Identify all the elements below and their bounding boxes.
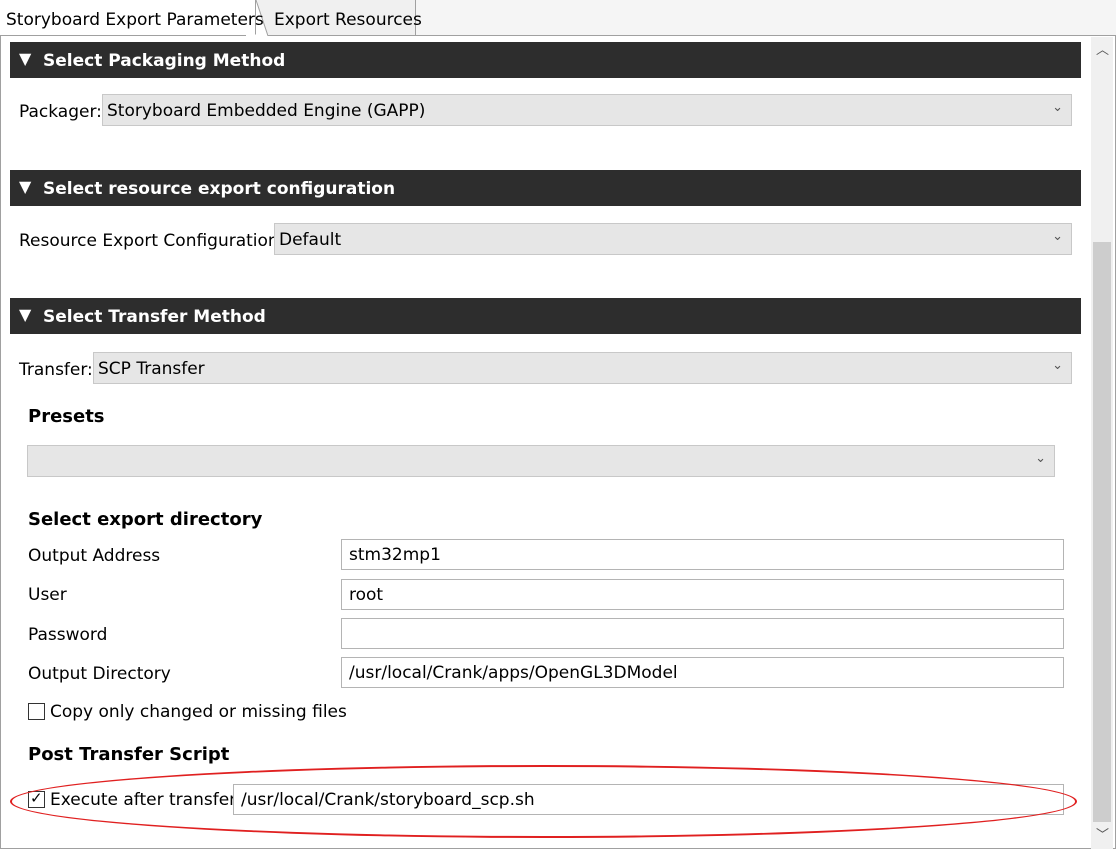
vertical-scrollbar[interactable]: ︿ ﹀ — [1091, 37, 1113, 849]
transfer-label: Transfer: — [19, 360, 93, 380]
chevron-down-icon: ⌄ — [1052, 100, 1063, 115]
user-field[interactable]: root — [341, 579, 1064, 610]
export-directory-heading: Select export directory — [28, 509, 263, 530]
packager-label: Packager: — [19, 102, 102, 122]
section-header-packaging[interactable]: ▼ Select Packaging Method — [10, 42, 1081, 78]
user-label: User — [28, 585, 67, 605]
packager-select[interactable]: Storyboard Embedded Engine (GAPP) ⌄ — [102, 94, 1072, 126]
scroll-up-icon[interactable]: ︿ — [1096, 39, 1109, 58]
triangle-down-icon: ▼ — [19, 305, 32, 324]
chevron-down-icon: ⌄ — [1035, 451, 1046, 466]
section-title: Select resource export configuration — [43, 179, 396, 199]
scrollbar-thumb[interactable] — [1093, 242, 1111, 822]
tab-bar: Export Resources Storyboard Export Param… — [0, 0, 1116, 36]
presets-select[interactable]: ⌄ — [27, 445, 1055, 477]
execute-after-transfer-label[interactable]: Execute after transfer — [50, 790, 236, 810]
output-address-value: stm32mp1 — [349, 545, 441, 565]
chevron-down-icon: ⌄ — [1052, 229, 1063, 244]
tab-label: Export Resources — [274, 10, 422, 30]
resource-config-value: Default — [279, 230, 342, 250]
triangle-down-icon: ▼ — [19, 49, 32, 68]
execute-after-transfer-checkbox[interactable]: ✓ — [28, 789, 45, 808]
output-directory-label: Output Directory — [28, 664, 171, 684]
password-field[interactable] — [341, 618, 1064, 649]
tab-storyboard-export-parameters[interactable]: Storyboard Export Parameters — [0, 0, 264, 35]
tab-export-resources[interactable]: Export Resources — [258, 0, 422, 35]
tab-label: Storyboard Export Parameters — [6, 10, 264, 30]
post-transfer-script-heading: Post Transfer Script — [28, 744, 230, 765]
output-directory-field[interactable]: /usr/local/Crank/apps/OpenGL3DModel — [341, 657, 1064, 688]
section-title: Select Packaging Method — [43, 51, 286, 71]
scroll-down-icon[interactable]: ﹀ — [1096, 824, 1109, 843]
resource-config-select[interactable]: Default ⌄ — [274, 223, 1072, 255]
output-address-label: Output Address — [28, 546, 161, 566]
post-script-path-field[interactable]: /usr/local/Crank/storyboard_scp.sh — [233, 784, 1064, 815]
section-header-transfer[interactable]: ▼ Select Transfer Method — [10, 298, 1081, 334]
copy-changed-label[interactable]: Copy only changed or missing files — [50, 702, 347, 722]
section-title: Select Transfer Method — [43, 307, 266, 327]
presets-heading: Presets — [28, 406, 105, 427]
section-header-resource[interactable]: ▼ Select resource export configuration — [10, 170, 1081, 206]
user-value: root — [349, 585, 384, 605]
copy-changed-checkbox[interactable] — [28, 703, 45, 720]
chevron-down-icon: ⌄ — [1052, 358, 1063, 373]
post-script-path-value: /usr/local/Crank/storyboard_scp.sh — [241, 790, 535, 810]
password-label: Password — [28, 625, 108, 645]
transfer-select[interactable]: SCP Transfer ⌄ — [93, 352, 1072, 384]
output-directory-value: /usr/local/Crank/apps/OpenGL3DModel — [349, 663, 678, 683]
transfer-value: SCP Transfer — [98, 359, 205, 379]
resource-config-label: Resource Export Configuration: — [19, 231, 285, 251]
packager-value: Storyboard Embedded Engine (GAPP) — [107, 101, 426, 121]
checkmark-icon: ✓ — [30, 789, 43, 807]
triangle-down-icon: ▼ — [19, 177, 32, 196]
output-address-field[interactable]: stm32mp1 — [341, 539, 1064, 570]
